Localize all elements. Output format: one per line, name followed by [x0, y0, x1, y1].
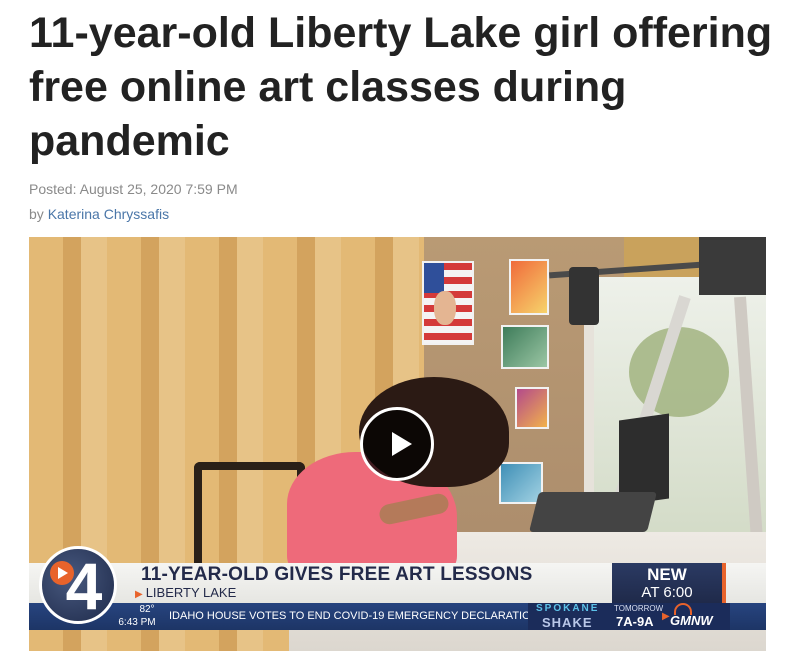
lamp-head — [569, 267, 599, 325]
news-at-six-box: NEW AT 6:00 — [612, 563, 726, 603]
promo-shake: SHAKE — [542, 615, 593, 630]
camera-mount — [699, 237, 766, 295]
show-promo: SPOKANE SHAKE TOMORROW 7A-9A ▶ GMNW — [528, 603, 730, 630]
flag-portrait-painting — [422, 261, 474, 345]
painting-flowers — [509, 259, 549, 315]
by-label: by — [29, 206, 44, 222]
station-logo: 4 — [39, 546, 117, 624]
overlay-location: ▶ LIBERTY LAKE — [135, 585, 236, 600]
byline: by Katerina Chryssafis — [29, 206, 169, 222]
painting-bird — [501, 325, 549, 369]
painting-abstract — [515, 387, 549, 429]
ticker-time: 6:43 PM — [118, 617, 156, 628]
article-headline: 11-year-old Liberty Lake girl offering f… — [29, 9, 773, 165]
news-new-label: NEW — [647, 565, 687, 584]
promo-spokane: SPOKANE — [536, 603, 600, 614]
posted-line: Posted: August 25, 2020 7:59 PM — [29, 181, 238, 197]
laptop — [529, 492, 657, 532]
promo-brand: GMNW — [670, 613, 713, 628]
promo-arrow-icon: ▶ — [662, 611, 670, 622]
play-button[interactable] — [360, 407, 434, 481]
author-link[interactable]: Katerina Chryssafis — [48, 206, 169, 222]
promo-hours: 7A-9A — [616, 614, 654, 629]
news-time-label: AT 6:00 — [641, 584, 693, 601]
ticker-temperature: 82° — [139, 604, 155, 615]
logo-play-icon — [50, 561, 74, 585]
play-icon — [392, 432, 412, 456]
logo-digit: 4 — [65, 549, 103, 623]
posted-date: August 25, 2020 7:59 PM — [79, 181, 238, 197]
portrait-face — [434, 291, 456, 325]
location-arrow-icon: ▶ — [135, 589, 143, 600]
overlay-headline: 11-YEAR-OLD GIVES FREE ART LESSONS — [141, 564, 533, 585]
promo-tomorrow: TOMORROW — [614, 604, 664, 613]
ticker-text: IDAHO HOUSE VOTES TO END COVID-19 EMERGE… — [169, 610, 539, 622]
overlay-location-text: LIBERTY LAKE — [145, 585, 237, 600]
posted-label: Posted: — [29, 181, 77, 197]
